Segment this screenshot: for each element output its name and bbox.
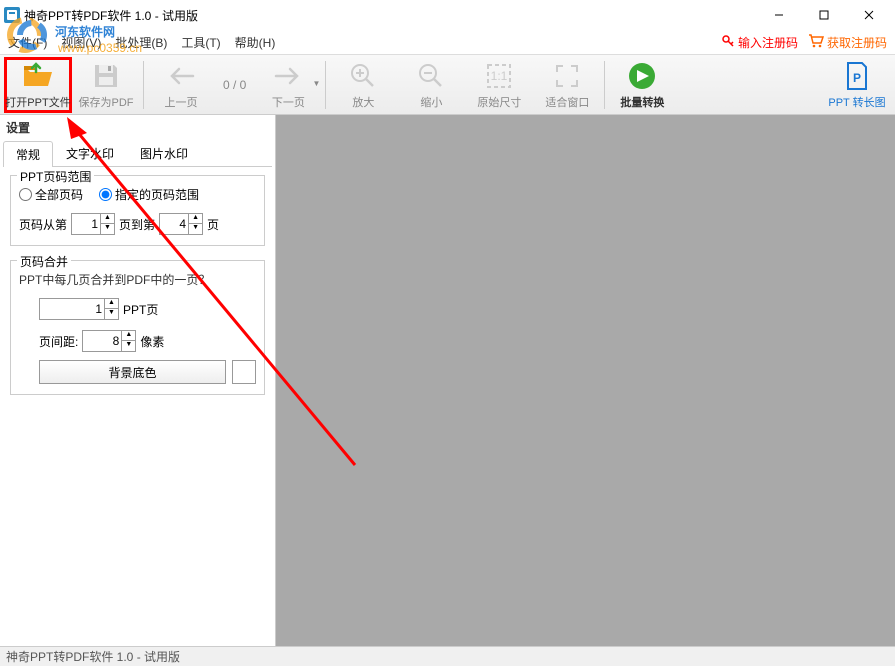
zoom-out-label: 缩小 xyxy=(420,94,442,110)
merge-legend: 页码合并 xyxy=(17,253,71,270)
open-ppt-button[interactable]: 打开PPT文件 xyxy=(4,57,72,113)
merge-unit-label: PPT页 xyxy=(123,301,158,318)
ppt-long-label: PPT 转长图 xyxy=(828,94,885,110)
open-ppt-label: 打开PPT文件 xyxy=(5,94,70,110)
menu-help[interactable]: 帮助(H) xyxy=(235,34,276,51)
save-pdf-button[interactable]: 保存为PDF xyxy=(72,57,140,113)
app-icon xyxy=(4,7,20,23)
merge-pages-spinner[interactable]: ▲▼ xyxy=(39,298,119,320)
page-to-label: 页到第 xyxy=(119,216,155,233)
arrow-left-icon xyxy=(165,60,197,92)
menu-view[interactable]: 视图(V) xyxy=(61,34,101,51)
key-icon xyxy=(721,34,735,51)
page-from-spinner[interactable]: ▲▼ xyxy=(71,213,115,235)
original-size-button[interactable]: 1:1 原始尺寸 xyxy=(465,57,533,113)
merge-question: PPT中每几页合并到PDF中的一页？ xyxy=(19,271,256,288)
folder-open-icon xyxy=(22,60,54,92)
maximize-button[interactable] xyxy=(801,0,846,30)
spin-down-icon[interactable]: ▼ xyxy=(188,224,202,234)
spin-down-icon[interactable]: ▼ xyxy=(121,341,135,351)
batch-convert-label: 批量转换 xyxy=(620,94,664,110)
cart-icon xyxy=(808,34,824,51)
batch-convert-button[interactable]: 批量转换 xyxy=(608,57,676,113)
page-from-label: 页码从第 xyxy=(19,216,67,233)
minimize-button[interactable] xyxy=(756,0,801,30)
page-to-input[interactable] xyxy=(160,217,188,231)
page-unit-label: 页 xyxy=(207,216,219,233)
batch-icon xyxy=(626,60,658,92)
original-size-icon: 1:1 xyxy=(483,60,515,92)
menu-tools[interactable]: 工具(T) xyxy=(181,34,220,51)
save-icon xyxy=(90,60,122,92)
page-from-input[interactable] xyxy=(72,217,100,231)
gap-spinner[interactable]: ▲▼ xyxy=(82,330,136,352)
get-reg-code-label: 获取注册码 xyxy=(827,34,887,51)
preview-canvas xyxy=(276,115,895,646)
gap-unit-label: 像素 xyxy=(140,333,164,350)
radio-specified-pages-input[interactable] xyxy=(99,188,112,201)
zoom-out-icon xyxy=(415,60,447,92)
prev-page-label: 上一页 xyxy=(165,94,198,110)
spin-up-icon[interactable]: ▲ xyxy=(188,214,202,224)
enter-reg-code-link[interactable]: 输入注册码 xyxy=(721,34,798,51)
gap-input[interactable] xyxy=(83,334,121,348)
original-size-label: 原始尺寸 xyxy=(477,94,521,110)
statusbar-text: 神奇PPT转PDF软件 1.0 - 试用版 xyxy=(6,648,180,665)
page-to-spinner[interactable]: ▲▼ xyxy=(159,213,203,235)
spin-up-icon[interactable]: ▲ xyxy=(121,331,135,341)
menu-batch[interactable]: 批处理(B) xyxy=(115,34,167,51)
fit-window-label: 适合窗口 xyxy=(545,94,589,110)
sidebar-title: 设置 xyxy=(0,115,275,140)
chevron-down-icon[interactable]: ▼ xyxy=(312,79,320,88)
radio-all-pages[interactable]: 全部页码 xyxy=(19,186,83,203)
spin-up-icon[interactable]: ▲ xyxy=(100,214,114,224)
close-button[interactable] xyxy=(846,0,891,30)
page-range-legend: PPT页码范围 xyxy=(17,168,94,185)
bg-color-button[interactable]: 背景底色 xyxy=(39,360,226,384)
spin-down-icon[interactable]: ▼ xyxy=(104,309,118,319)
toolbar-separator xyxy=(325,61,326,109)
svg-text:1:1: 1:1 xyxy=(491,69,508,83)
merge-pages-input[interactable] xyxy=(40,302,104,316)
get-reg-code-link[interactable]: 获取注册码 xyxy=(808,34,887,51)
save-pdf-label: 保存为PDF xyxy=(79,94,134,110)
radio-all-pages-label: 全部页码 xyxy=(35,186,83,203)
svg-text:P: P xyxy=(853,71,861,85)
tab-image-watermark[interactable]: 图片水印 xyxy=(127,140,201,166)
page-counter: 0 / 0 xyxy=(215,57,254,113)
zoom-in-label: 放大 xyxy=(352,94,374,110)
radio-specified-pages-label: 指定的页码范围 xyxy=(115,186,199,203)
toolbar-separator xyxy=(143,61,144,109)
fit-window-icon xyxy=(551,60,583,92)
tab-general[interactable]: 常规 xyxy=(3,141,53,167)
spin-up-icon[interactable]: ▲ xyxy=(104,299,118,309)
tab-text-watermark[interactable]: 文字水印 xyxy=(53,140,127,166)
spin-down-icon[interactable]: ▼ xyxy=(100,224,114,234)
bg-color-swatch[interactable] xyxy=(232,360,256,384)
arrow-right-icon xyxy=(272,60,304,92)
ppt-to-long-image-button[interactable]: P PPT 转长图 xyxy=(823,57,891,113)
window-title: 神奇PPT转PDF软件 1.0 - 试用版 xyxy=(24,7,198,24)
enter-reg-code-label: 输入注册码 xyxy=(738,34,798,51)
gap-label: 页间距: xyxy=(39,333,78,350)
zoom-in-button[interactable]: 放大 xyxy=(329,57,397,113)
zoom-in-icon xyxy=(347,60,379,92)
prev-page-button[interactable]: 上一页 xyxy=(147,57,215,113)
menu-file[interactable]: 文件(F) xyxy=(8,34,47,51)
radio-specified-pages[interactable]: 指定的页码范围 xyxy=(99,186,199,203)
next-page-button[interactable]: 下一页 ▼ xyxy=(254,57,322,113)
zoom-out-button[interactable]: 缩小 xyxy=(397,57,465,113)
next-page-label: 下一页 xyxy=(272,94,305,110)
fit-window-button[interactable]: 适合窗口 xyxy=(533,57,601,113)
toolbar-separator xyxy=(604,61,605,109)
radio-all-pages-input[interactable] xyxy=(19,188,32,201)
ppt-long-icon: P xyxy=(841,60,873,92)
